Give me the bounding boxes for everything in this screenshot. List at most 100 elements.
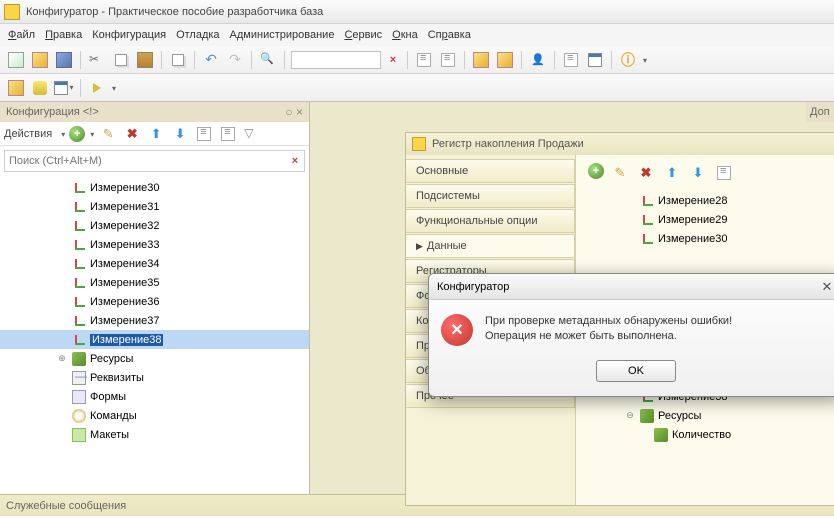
tree-item-label: Измерение36 bbox=[90, 296, 159, 308]
tree-item[interactable]: Измерение34 bbox=[0, 254, 309, 273]
db-button-2[interactable] bbox=[30, 78, 50, 98]
actions-dropdown[interactable] bbox=[60, 128, 65, 140]
up-button[interactable]: ⬆ bbox=[146, 124, 166, 144]
tree-item[interactable]: Измерение32 bbox=[0, 216, 309, 235]
reg-tree-item[interactable]: Измерение29 bbox=[588, 210, 834, 229]
tree-item[interactable]: Измерение33 bbox=[0, 235, 309, 254]
dimension-icon bbox=[72, 314, 86, 328]
error-dialog: Конфигуратор ✕ ✕ При проверке метаданных… bbox=[428, 273, 834, 397]
tab-label: Основные bbox=[416, 165, 468, 177]
search-button[interactable] bbox=[258, 50, 278, 70]
ok-button[interactable]: OK bbox=[596, 360, 676, 382]
clear-search-icon[interactable]: × bbox=[385, 52, 401, 68]
reg-up-button[interactable]: ⬆ bbox=[662, 163, 682, 183]
reg-item-label: Измерение30 bbox=[658, 233, 727, 245]
menu-edit[interactable]: Правка bbox=[41, 27, 86, 43]
tree-item[interactable]: Измерение38 bbox=[0, 330, 309, 349]
tab-arrow-icon: ▶ bbox=[416, 241, 423, 252]
register-tree[interactable]: Измерение28 Измерение29 Измерение30 bbox=[588, 191, 834, 248]
props-button[interactable] bbox=[218, 124, 238, 144]
menu-help[interactable]: Справка bbox=[424, 27, 475, 43]
tb-btn-c[interactable] bbox=[471, 50, 491, 70]
tree-group[interactable]: Формы bbox=[0, 387, 309, 406]
menu-file[interactable]: Файл bbox=[4, 27, 39, 43]
edit-button[interactable]: ✎ bbox=[98, 124, 118, 144]
dialog-title-bar: Конфигуратор ✕ bbox=[429, 274, 834, 300]
reg-down-button[interactable]: ⬇ bbox=[688, 163, 708, 183]
open-button[interactable] bbox=[30, 50, 50, 70]
save-button[interactable] bbox=[54, 50, 74, 70]
sort-button[interactable] bbox=[194, 124, 214, 144]
search-input[interactable] bbox=[291, 51, 381, 69]
tree-item-label: Измерение32 bbox=[90, 220, 159, 232]
tree-item[interactable]: Измерение35 bbox=[0, 273, 309, 292]
menu-config[interactable]: Конфигурация bbox=[88, 27, 170, 43]
tree-item[interactable]: Измерение30 bbox=[0, 178, 309, 197]
reg-edit-button[interactable]: ✎ bbox=[610, 163, 630, 183]
menu-windows[interactable]: Окна bbox=[388, 27, 422, 43]
tree-group[interactable]: Реквизиты bbox=[0, 368, 309, 387]
calc-button[interactable] bbox=[561, 50, 581, 70]
tb-btn-b[interactable] bbox=[438, 50, 458, 70]
db-button[interactable] bbox=[6, 78, 26, 98]
tree-item[interactable]: Измерение36 bbox=[0, 292, 309, 311]
dimension-icon bbox=[72, 333, 86, 347]
run-dropdown[interactable] bbox=[111, 82, 116, 94]
run-button[interactable] bbox=[87, 78, 107, 98]
paste-button[interactable] bbox=[135, 50, 155, 70]
main-toolbar: ↶ ↷ × 👤 ⓘ bbox=[0, 46, 834, 74]
delete-button[interactable]: ✖ bbox=[122, 124, 142, 144]
reg-delete-button[interactable]: ✖ bbox=[636, 163, 656, 183]
help-dropdown[interactable] bbox=[642, 54, 647, 66]
expander-icon[interactable]: ⊖ bbox=[624, 410, 636, 421]
users-button[interactable]: 👤 bbox=[528, 50, 548, 70]
reg-item-label: Измерение29 bbox=[658, 214, 727, 226]
tree-group[interactable]: Макеты bbox=[0, 425, 309, 444]
tree-item[interactable]: Измерение37 bbox=[0, 311, 309, 330]
reg-add-button[interactable]: + bbox=[588, 163, 604, 179]
reg-tree-item[interactable]: Измерение30 bbox=[588, 229, 834, 248]
undo-button[interactable]: ↶ bbox=[201, 50, 221, 70]
cut-button[interactable] bbox=[87, 50, 107, 70]
add-button[interactable]: + bbox=[69, 126, 85, 142]
calendar-button[interactable] bbox=[585, 50, 605, 70]
tab-3[interactable]: ▶Данные bbox=[406, 234, 575, 258]
new-button[interactable] bbox=[6, 50, 26, 70]
res-icon bbox=[72, 352, 86, 366]
down-button[interactable]: ⬇ bbox=[170, 124, 190, 144]
reg-list-button[interactable] bbox=[714, 163, 734, 183]
reg-tree-item[interactable]: Количество bbox=[588, 425, 834, 444]
compare-button[interactable] bbox=[168, 50, 188, 70]
window-title: Конфигуратор - Практическое пособие разр… bbox=[26, 6, 323, 18]
dimension-icon bbox=[72, 181, 86, 195]
tree-group[interactable]: Команды bbox=[0, 406, 309, 425]
dimension-icon bbox=[640, 213, 654, 227]
tree-search-clear-icon[interactable]: × bbox=[286, 155, 304, 167]
config-tree[interactable]: Измерение30Измерение31 Измерение32 Измерен… bbox=[0, 176, 309, 494]
tree-item[interactable]: Измерение31 bbox=[0, 197, 309, 216]
redo-button[interactable]: ↷ bbox=[225, 50, 245, 70]
tab-0[interactable]: Основные bbox=[406, 159, 575, 183]
dialog-close-icon[interactable]: ✕ bbox=[819, 279, 834, 295]
panel-close-icon[interactable]: ○ × bbox=[285, 105, 303, 119]
menu-service[interactable]: Сервис bbox=[340, 27, 386, 43]
grid-button[interactable] bbox=[54, 78, 74, 98]
menu-debug[interactable]: Отладка bbox=[172, 27, 223, 43]
tree-item-label: Измерение33 bbox=[90, 239, 159, 251]
filter-button[interactable] bbox=[242, 124, 262, 144]
expander-icon[interactable]: ⊕ bbox=[56, 353, 68, 364]
copy-button[interactable] bbox=[111, 50, 131, 70]
register-icon bbox=[412, 137, 426, 151]
help-button[interactable]: ⓘ bbox=[618, 50, 638, 70]
add-dropdown[interactable] bbox=[89, 128, 94, 140]
tb-btn-d[interactable] bbox=[495, 50, 515, 70]
actions-label[interactable]: Действия bbox=[4, 128, 52, 140]
tab-1[interactable]: Подсистемы bbox=[406, 184, 575, 208]
reg-tree-item[interactable]: Измерение28 bbox=[588, 191, 834, 210]
tb-btn-a[interactable] bbox=[414, 50, 434, 70]
menu-admin[interactable]: Администрирование bbox=[226, 27, 339, 43]
reg-tree-item[interactable]: ⊖Ресурсы bbox=[588, 406, 834, 425]
tree-search-input[interactable] bbox=[5, 155, 286, 167]
tree-group[interactable]: ⊕Ресурсы bbox=[0, 349, 309, 368]
tab-2[interactable]: Функциональные опции bbox=[406, 209, 575, 233]
